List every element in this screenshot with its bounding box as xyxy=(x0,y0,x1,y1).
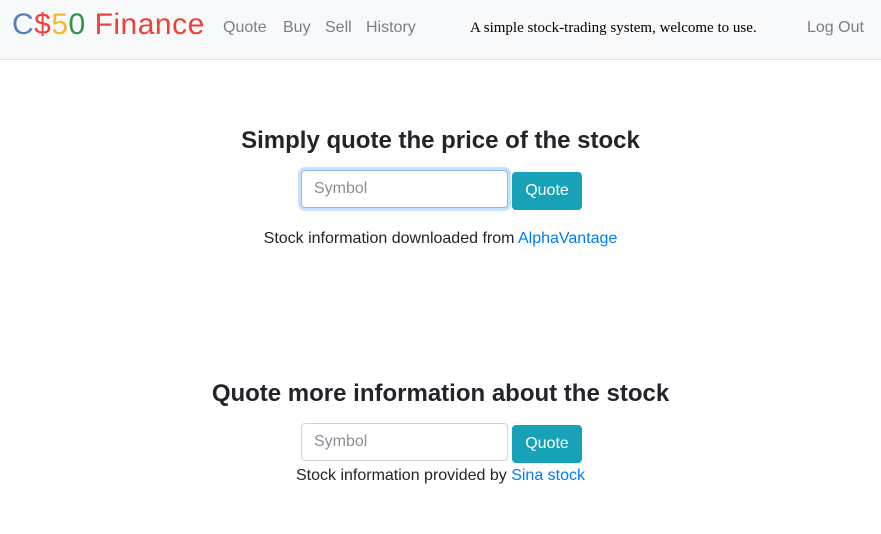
top-navbar: C$50 Finance Quote Buy Sell History A si… xyxy=(0,0,881,60)
simple-source-text: Stock information downloaded from xyxy=(263,230,518,247)
nav-history-link[interactable]: History xyxy=(366,18,416,38)
nav-sell-link[interactable]: Sell xyxy=(325,18,352,38)
brand-logo[interactable]: C$50 Finance xyxy=(12,7,205,43)
logout-link[interactable]: Log Out xyxy=(807,18,864,38)
more-quote-button[interactable]: Quote xyxy=(512,425,582,463)
sina-stock-link[interactable]: Sina stock xyxy=(511,467,585,484)
brand-zero: 0 xyxy=(68,8,86,41)
brand-five: 5 xyxy=(51,8,69,41)
simple-quote-heading: Simply quote the price of the stock xyxy=(241,127,640,154)
alphavantage-link[interactable]: AlphaVantage xyxy=(518,230,617,247)
more-source-text: Stock information provided by xyxy=(295,467,512,484)
simple-symbol-input[interactable] xyxy=(301,170,508,208)
simple-quote-source: Stock information downloaded from AlphaV… xyxy=(0,228,881,250)
more-quote-source: Stock information provided by Sina stock xyxy=(0,465,881,487)
brand-dollar: $ xyxy=(34,8,52,41)
more-quote-heading: Quote more information about the stock xyxy=(211,380,670,407)
navbar-tagline: A simple stock-trading system, welcome t… xyxy=(470,20,757,36)
brand-letter-c: C xyxy=(12,8,35,41)
more-symbol-input[interactable] xyxy=(301,423,508,461)
brand-fifty: 50 xyxy=(51,8,85,41)
brand-finance: Finance xyxy=(85,8,205,41)
nav-buy-link[interactable]: Buy xyxy=(283,18,311,38)
nav-quote-link[interactable]: Quote xyxy=(223,18,267,38)
simple-quote-button[interactable]: Quote xyxy=(512,172,582,210)
